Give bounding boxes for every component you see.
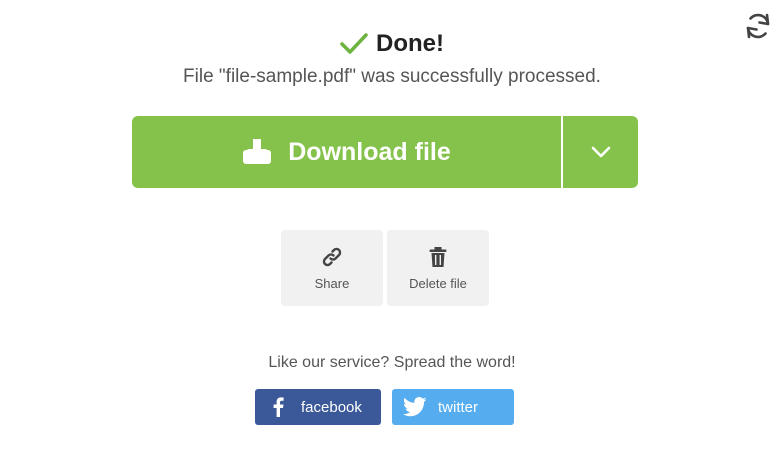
facebook-share-button[interactable]: facebook (255, 389, 381, 425)
delete-file-button[interactable]: Delete file (387, 230, 489, 306)
download-options-button[interactable] (563, 116, 638, 188)
twitter-icon (392, 397, 438, 417)
download-icon (243, 139, 272, 164)
trash-icon (429, 246, 447, 267)
facebook-icon (255, 397, 301, 417)
share-label: Share (314, 275, 350, 291)
chevron-down-icon (591, 146, 610, 158)
delete-file-label: Delete file (409, 275, 467, 291)
twitter-label: twitter (438, 398, 479, 416)
twitter-share-button[interactable]: twitter (392, 389, 514, 425)
download-group: Download file (132, 116, 638, 188)
done-title: Done! (376, 30, 444, 57)
share-button[interactable]: Share (281, 230, 383, 306)
facebook-label: facebook (301, 398, 362, 416)
status-message: File "file-sample.pdf" was successfully … (183, 66, 601, 87)
link-icon (322, 247, 342, 266)
spread-the-word-text: Like our service? Spread the word! (268, 354, 516, 371)
checkmark-icon (340, 33, 368, 54)
download-label: Download file (288, 137, 451, 166)
download-button[interactable]: Download file (132, 116, 561, 188)
done-heading: Done! (0, 30, 784, 58)
